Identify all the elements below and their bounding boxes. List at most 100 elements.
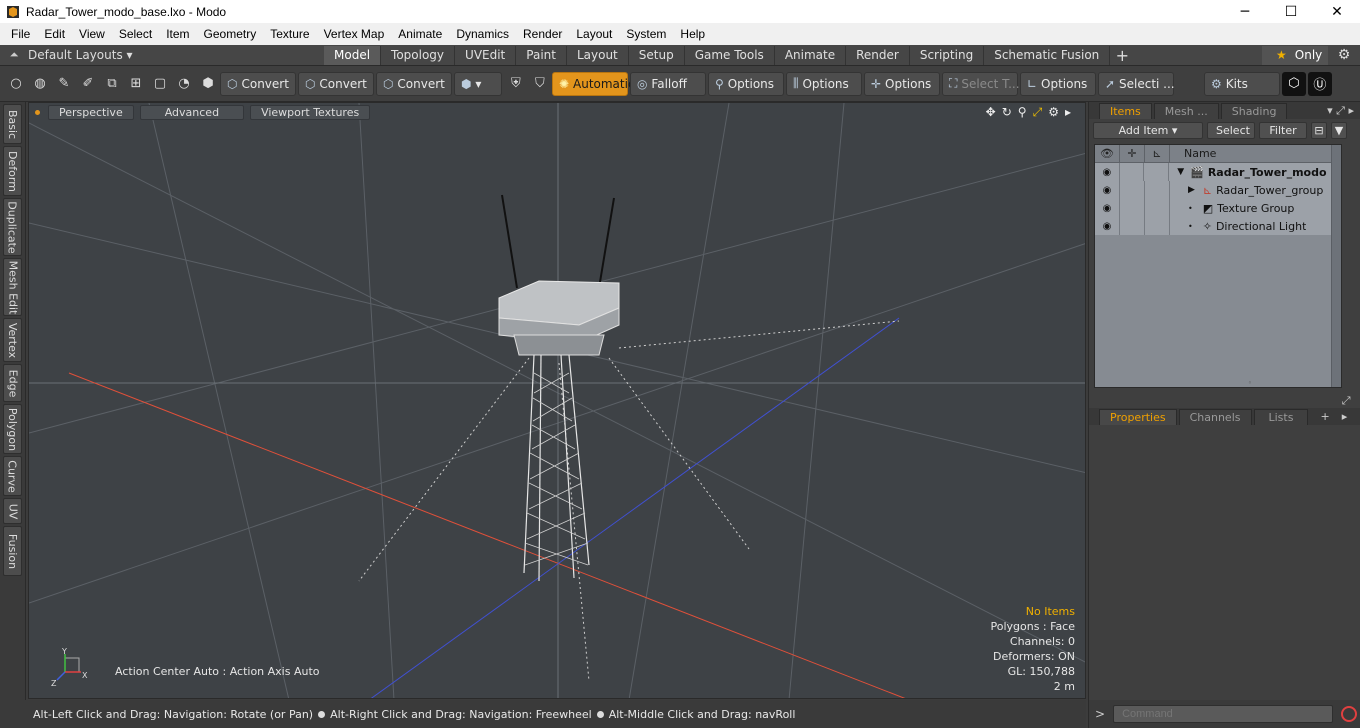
lock-column-icon[interactable]: ✛ [1120,144,1145,163]
select-through-button[interactable]: ⛶ Select T... [941,71,1020,96]
maximize-button[interactable]: ☐ [1268,0,1314,23]
tab-topology[interactable]: Topology [381,45,456,65]
material-mode-icon[interactable]: ◔ [172,72,196,96]
convert-button-1[interactable]: ⬡ Convert [220,71,296,96]
advanced-button[interactable]: Advanced [139,104,245,120]
menu-select[interactable]: Select [112,23,159,45]
tab-scripting[interactable]: Scripting [910,45,985,65]
gear-icon[interactable]: ⚙ [1328,47,1360,63]
menu-vertex-map[interactable]: Vertex Map [317,23,392,45]
menu-file[interactable]: File [4,23,37,45]
list-item[interactable]: ◉ • ✧ Directional Light [1095,217,1341,235]
vtab-fusion[interactable]: Fusion [3,526,22,576]
menu-geometry[interactable]: Geometry [197,23,264,45]
menu-render[interactable]: Render [516,23,569,45]
pan-icon[interactable]: ✥ [986,105,996,120]
menu-view[interactable]: View [72,23,112,45]
vtab-duplicate[interactable]: Duplicate [3,198,22,256]
shield-plus-icon[interactable]: ⛉ [528,72,552,96]
tab-render[interactable]: Render [846,45,910,65]
collapse-icon[interactable]: ⊟ [1311,121,1327,139]
expand-arrow-icon[interactable]: ▶ [1188,185,1195,195]
zoom-icon[interactable]: ⚲ [1018,105,1027,120]
tab-setup[interactable]: Setup [629,45,685,65]
eye-icon[interactable]: ◉ [1095,217,1120,235]
only-toggle[interactable]: ★ Only [1262,45,1328,65]
tab-model[interactable]: Model [324,45,382,65]
menu-system[interactable]: System [619,23,673,45]
options-button-2[interactable]: ⫼ Options [785,71,862,96]
tab-game-tools[interactable]: Game Tools [685,45,775,65]
globe-icon[interactable]: ◍ [28,72,52,96]
properties-expand-icon[interactable]: ⤢ ▸ [1342,393,1360,425]
menu-edit[interactable]: Edit [37,23,72,45]
tab-schematic-fusion[interactable]: Schematic Fusion [984,45,1111,65]
eye-icon[interactable]: ◉ [1095,199,1120,217]
record-macro-icon[interactable] [1341,706,1358,722]
vtab-edge[interactable]: Edge [3,364,22,402]
menu-help[interactable]: Help [673,23,712,45]
options-button-1[interactable]: ⚲ Options [707,71,784,96]
polygon-mode-icon[interactable]: ⊞ [124,72,148,96]
items-vertical-scrollbar[interactable] [1331,145,1341,387]
add-item-button[interactable]: Add Item ▾ [1093,121,1203,139]
list-item[interactable]: ◉ ▼ 🎬 Radar_Tower_modo ... [1095,163,1341,181]
viewport-gear-icon[interactable]: ⚙ [1048,105,1059,120]
cube-dropdown-button[interactable]: ⬢ ▾ [453,71,502,96]
options-button-3[interactable]: ✛ Options [863,71,940,96]
layout-collapse-icon[interactable]: ⏶ [0,48,28,62]
funnel-icon[interactable]: ▼ [1331,121,1347,139]
tab-channels[interactable]: Channels [1178,409,1252,425]
command-input[interactable] [1113,705,1334,723]
vtab-deform[interactable]: Deform [3,146,22,196]
name-column-header[interactable]: Name [1170,147,1216,160]
add-tab-button[interactable]: + [1110,46,1134,65]
mesh-cube-icon[interactable]: ⬢ [196,72,220,96]
tab-lists[interactable]: Lists [1253,409,1309,425]
tab-layout[interactable]: Layout [567,45,629,65]
vtab-uv[interactable]: UV [3,498,22,524]
tab-uvedit[interactable]: UVEdit [455,45,517,65]
items-horizontal-scrollbar[interactable]: ◦ [1170,379,1330,387]
unreal-icon[interactable]: Ⓤ [1307,71,1332,96]
brush-icon[interactable]: ✐ [76,72,100,96]
type-column-icon[interactable]: ⊾ [1145,144,1170,163]
menu-texture[interactable]: Texture [263,23,316,45]
filter-button[interactable]: Filter [1259,121,1307,139]
menu-item[interactable]: Item [159,23,196,45]
edge-mode-icon[interactable]: ⧉ [100,72,124,96]
tab-items[interactable]: Items [1099,103,1152,119]
tab-paint[interactable]: Paint [516,45,567,65]
tab-properties[interactable]: Properties [1099,409,1177,425]
selection-button[interactable]: ➚ Selecti ... [1097,71,1175,96]
menu-dynamics[interactable]: Dynamics [449,23,516,45]
tab-shading[interactable]: Shading [1220,103,1288,119]
viewport-menu-dot[interactable] [35,109,40,115]
perspective-button[interactable]: Perspective [48,104,134,120]
close-button[interactable]: ✕ [1314,0,1360,23]
list-item[interactable]: ◉ • ◩ Texture Group [1095,199,1341,217]
rotate-icon[interactable]: ↻ [1002,105,1012,120]
visibility-column-icon[interactable]: 👁 [1095,144,1120,163]
shield-icon[interactable]: ⛨ [504,72,528,96]
convert-button-2[interactable]: ⬡ Convert [297,71,374,96]
pen-icon[interactable]: ✎ [52,72,76,96]
add-panel-tab-button[interactable]: + [1310,409,1339,425]
viewport-textures-button[interactable]: Viewport Textures [250,104,371,120]
minimize-button[interactable]: ─ [1222,0,1268,23]
unity-icon[interactable]: ⬡ [1281,71,1306,96]
expand-arrow-icon[interactable]: ▼ [1177,167,1184,177]
menu-animate[interactable]: Animate [391,23,449,45]
kits-button[interactable]: ⚙ Kits [1203,71,1280,96]
item-mode-icon[interactable]: ▢ [148,72,172,96]
vtab-basic[interactable]: Basic [3,104,22,144]
options-button-4[interactable]: ∟ Options [1019,71,1096,96]
viewport-arrow-icon[interactable]: ▸ [1065,105,1071,120]
fit-icon[interactable]: ⤢ [1033,105,1043,120]
menu-layout[interactable]: Layout [569,23,619,45]
vtab-curve[interactable]: Curve [3,456,22,496]
vtab-vertex[interactable]: Vertex [3,318,22,362]
falloff-button[interactable]: ◎ Falloff [629,71,706,96]
eye-icon[interactable]: ◉ [1095,163,1120,181]
convert-button-3[interactable]: ⬡ Convert [375,71,452,96]
